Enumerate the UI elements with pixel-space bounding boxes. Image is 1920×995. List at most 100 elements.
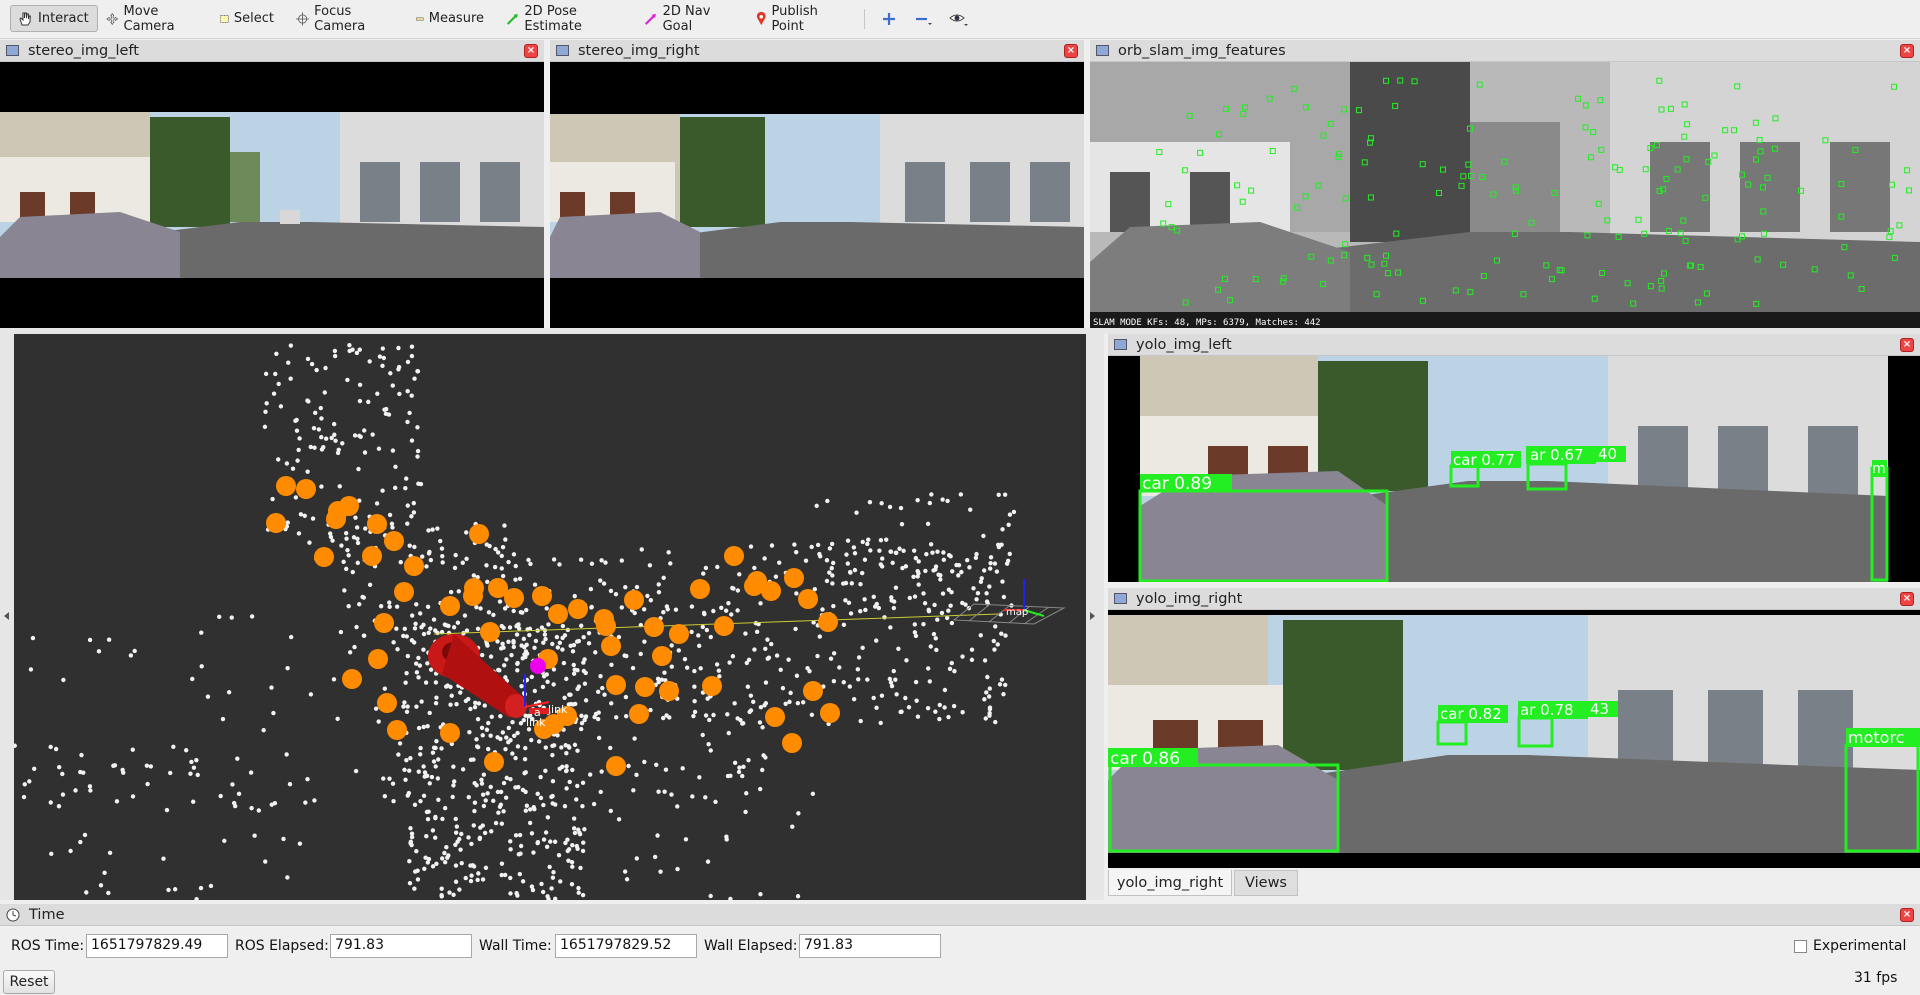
close-icon[interactable]: × [1900, 44, 1914, 58]
map-point [456, 589, 462, 594]
ruler-icon [416, 16, 424, 21]
close-icon[interactable]: × [1900, 592, 1914, 606]
close-icon[interactable]: × [1064, 44, 1078, 58]
map-point [933, 709, 938, 714]
remove-tool-button[interactable] [910, 5, 938, 32]
map-point [102, 870, 107, 876]
map-point [374, 501, 380, 506]
map-point [656, 589, 662, 595]
landmark-sphere [463, 586, 483, 606]
close-icon[interactable]: × [524, 44, 538, 58]
move-camera-tool-button[interactable]: Move Camera [100, 4, 200, 34]
reset-button[interactable]: Reset [3, 970, 55, 994]
right-dock-handle[interactable] [1086, 334, 1104, 900]
map-point [161, 856, 166, 861]
map-point [557, 766, 562, 771]
map-point [318, 405, 323, 411]
map-point [425, 661, 430, 666]
map-point [388, 371, 393, 376]
map-point [474, 737, 479, 742]
tab-yolo-img-right[interactable]: yolo_img_right [1108, 870, 1232, 896]
map-point [498, 736, 503, 742]
close-icon[interactable]: × [1900, 338, 1914, 352]
map-point [844, 552, 849, 557]
map-point [843, 598, 848, 603]
map-point [229, 615, 234, 620]
map-point [346, 604, 351, 609]
link-frame-label: link [548, 703, 568, 716]
expand-right-arrow-icon[interactable] [1090, 612, 1095, 620]
ros-elapsed-field[interactable]: 791.83 [330, 934, 472, 958]
tool-visibility-button[interactable] [944, 5, 974, 32]
map-point [551, 557, 557, 562]
publish-point-tool-button[interactable]: Publish Point [750, 4, 850, 34]
close-icon[interactable]: × [1900, 908, 1914, 922]
map-point [269, 685, 274, 690]
map-point [408, 755, 413, 761]
map-point [571, 642, 577, 648]
nav-goal-tool-button[interactable]: 2D Nav Goal [638, 4, 738, 34]
experimental-checkbox[interactable] [1794, 940, 1807, 953]
map-point [524, 803, 530, 808]
map-point [992, 561, 998, 566]
yolo-right-titlebar: yolo_img_right × [1108, 588, 1920, 610]
landmark-sphere [440, 596, 460, 616]
map-point [705, 859, 711, 864]
map-point [583, 670, 588, 676]
landmark-sphere [629, 704, 649, 724]
wall-time-field[interactable]: 1651797829.52 [555, 934, 697, 958]
pose-estimate-tool-button[interactable]: 2D Pose Estimate [500, 4, 626, 34]
ros-time-field[interactable]: 1651797829.49 [86, 934, 228, 958]
select-tool-button[interactable]: Select [214, 5, 280, 32]
map-point [928, 542, 934, 547]
map-point [872, 604, 878, 609]
map-point [560, 623, 566, 629]
focus-camera-tool-button[interactable]: Focus Camera [290, 4, 396, 34]
map-point [735, 608, 740, 613]
map-point [579, 713, 584, 719]
map-point [319, 484, 324, 489]
map-point [518, 609, 524, 615]
map-point [343, 530, 349, 536]
map-point [128, 653, 134, 658]
map-point [874, 638, 879, 643]
map-point [622, 869, 628, 874]
measure-tool-button[interactable]: Measure [410, 5, 490, 32]
map-point [941, 550, 946, 555]
map-point [409, 438, 415, 443]
map-point [852, 567, 858, 573]
stereo-left-title: stereo_img_left [28, 42, 139, 59]
map-point [581, 635, 586, 640]
map-point [769, 543, 775, 548]
map-point [758, 891, 763, 897]
image-panel-icon [1114, 593, 1127, 604]
map-point [523, 745, 528, 751]
point-cloud-render[interactable]: map a link link [14, 334, 1086, 900]
map-point [342, 588, 347, 593]
map-point [660, 715, 666, 721]
3d-viewport[interactable]: map a link link [14, 334, 1086, 900]
map-point [946, 714, 951, 720]
map-point [130, 794, 136, 799]
map-point [569, 859, 575, 865]
detection-label: car 0.89 [1142, 474, 1212, 494]
map-point [598, 578, 603, 583]
tab-views[interactable]: Views [1234, 870, 1298, 896]
expand-left-arrow-icon[interactable] [4, 612, 9, 620]
interact-tool-button[interactable]: Interact [10, 5, 98, 32]
map-point [868, 548, 873, 553]
map-point [652, 854, 658, 860]
map-point [428, 557, 434, 563]
map-point [912, 594, 918, 599]
map-point [982, 697, 987, 702]
wall-elapsed-field[interactable]: 791.83 [799, 934, 941, 958]
map-point [541, 802, 546, 808]
map-point [847, 684, 853, 689]
map-point [865, 677, 870, 682]
map-point [578, 557, 584, 562]
add-tool-button[interactable] [876, 5, 902, 32]
map-point [762, 556, 767, 561]
map-point [390, 525, 395, 530]
map-point [454, 702, 459, 707]
map-point [858, 718, 863, 724]
